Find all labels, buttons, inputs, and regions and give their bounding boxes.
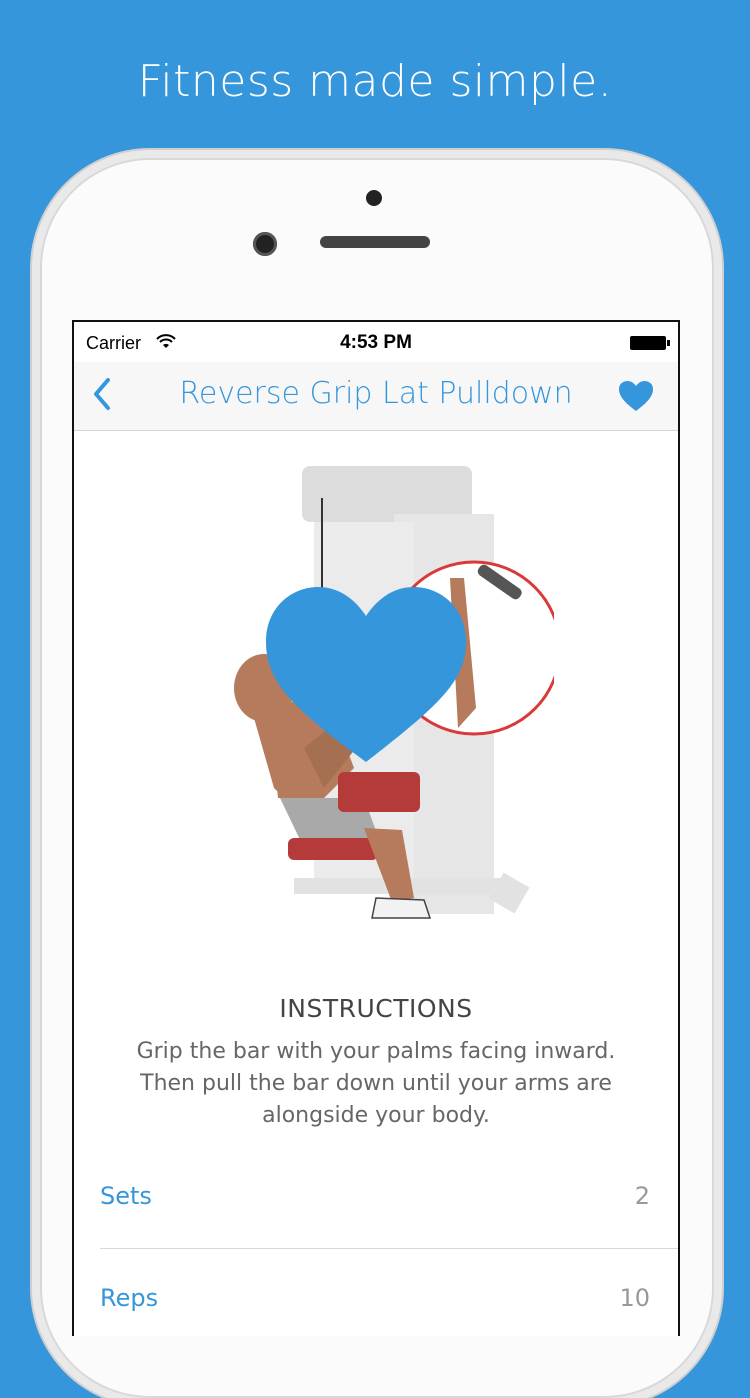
stat-row-reps[interactable]: Reps 10 — [100, 1264, 674, 1334]
battery-icon — [630, 336, 670, 350]
row-divider — [100, 1248, 678, 1249]
stat-label: Reps — [100, 1284, 159, 1312]
navigation-bar: Reverse Grip Lat Pulldown — [74, 362, 678, 431]
app-screen: Carrier 4:53 PM Reverse Grip Lat Pulldow… — [72, 320, 680, 1336]
instructions-text: Grip the bar with your palms facing inwa… — [136, 1039, 616, 1128]
status-time: 4:53 PM — [340, 332, 412, 353]
earpiece-speaker — [320, 236, 430, 248]
page-title: Reverse Grip Lat Pulldown — [179, 376, 573, 411]
instructions-heading: INSTRUCTIONS — [279, 994, 473, 1023]
volume-up-button — [30, 456, 38, 554]
stat-value: 10 — [619, 1284, 650, 1312]
heart-icon[interactable] — [618, 380, 654, 412]
status-bar: Carrier 4:53 PM — [74, 322, 678, 362]
mute-switch — [30, 336, 38, 390]
proximity-sensor — [366, 190, 382, 206]
stat-row-sets[interactable]: Sets 2 — [100, 1162, 674, 1232]
volume-down-button — [30, 584, 38, 682]
power-button — [714, 454, 722, 556]
front-camera — [253, 232, 277, 256]
stat-value: 2 — [634, 1182, 650, 1210]
exercise-illustration — [234, 466, 554, 919]
headline: Fitness made simple. — [137, 56, 613, 107]
stat-label: Sets — [100, 1182, 152, 1210]
